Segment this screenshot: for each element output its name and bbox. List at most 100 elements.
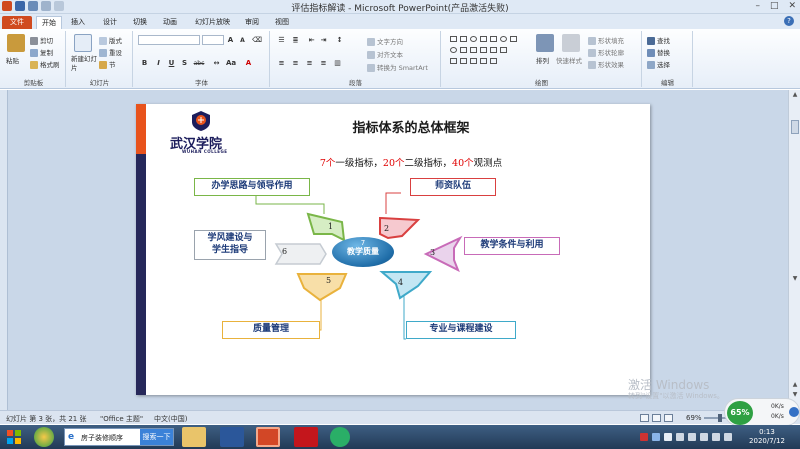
rectangle-shape-icon[interactable]	[450, 36, 457, 42]
select-button[interactable]: 选择	[647, 59, 670, 69]
connector-shape-icon[interactable]	[470, 47, 477, 53]
font-color-icon[interactable]: A	[244, 59, 253, 68]
justify-icon[interactable]: ≡	[319, 59, 328, 68]
line-shape-icon[interactable]	[480, 36, 487, 42]
replace-button[interactable]: 替换	[647, 47, 670, 57]
convert-smartart-button[interactable]: 转换为 SmartArt	[367, 62, 428, 72]
layout-button[interactable]: 版式	[99, 35, 122, 45]
theme-name[interactable]: "Office 主题"	[100, 414, 143, 424]
italic-button[interactable]: I	[154, 59, 163, 68]
language-indicator[interactable]: 中文(中国)	[154, 414, 187, 424]
input-method-icon[interactable]	[712, 433, 720, 441]
scrollbar-thumb[interactable]	[791, 120, 799, 134]
star-shape-icon[interactable]	[450, 58, 457, 64]
powerpoint-taskbar-icon[interactable]	[256, 427, 280, 447]
tray-antivirus-icon[interactable]	[640, 433, 648, 441]
maximize-button[interactable]: □	[770, 1, 779, 11]
center-oval-teaching-quality[interactable]: 7 教学质量	[332, 237, 394, 267]
bullets-icon[interactable]: ☰	[277, 36, 286, 45]
next-slide-icon[interactable]: ▼	[790, 391, 800, 399]
font-family-combo[interactable]	[138, 35, 200, 45]
find-button[interactable]: 查找	[647, 35, 670, 45]
clock[interactable]: 0:13 2020/7/12	[742, 428, 792, 446]
arrange-button[interactable]: 排列	[536, 55, 549, 65]
rectangle-shape-icon[interactable]	[510, 36, 517, 42]
numbering-icon[interactable]: ≣	[291, 36, 300, 45]
reading-view-icon[interactable]	[664, 414, 673, 422]
shapes-gallery[interactable]	[448, 34, 532, 68]
help-icon[interactable]: ?	[784, 16, 794, 26]
keyboard-icon[interactable]	[724, 433, 732, 441]
char-spacing-icon[interactable]: ↔	[212, 59, 221, 68]
arrow-shape-icon[interactable]	[490, 47, 497, 53]
box-faculty[interactable]: 师资队伍	[410, 178, 496, 196]
tab-review[interactable]: 审阅	[240, 16, 264, 29]
tab-design[interactable]: 设计	[98, 16, 122, 29]
shrink-font-button[interactable]: A	[238, 36, 247, 45]
callout-shape-icon[interactable]	[460, 58, 467, 64]
arrow-shape-icon[interactable]	[480, 47, 487, 53]
pdf-reader-icon[interactable]	[294, 427, 318, 447]
clear-format-icon[interactable]: ⌫	[252, 36, 262, 45]
arrange-icon[interactable]	[536, 34, 554, 52]
align-text-button[interactable]: 对齐文本	[367, 49, 403, 59]
font-size-combo[interactable]	[202, 35, 224, 45]
word-icon[interactable]	[220, 427, 244, 447]
bold-button[interactable]: B	[140, 59, 149, 68]
columns-icon[interactable]: ▥	[333, 59, 342, 68]
reset-button[interactable]: 重设	[99, 47, 122, 57]
line-shape-icon[interactable]	[490, 36, 497, 42]
tab-view[interactable]: 视图	[270, 16, 294, 29]
brace-shape-icon[interactable]	[480, 58, 487, 64]
align-right-icon[interactable]: ≡	[305, 59, 314, 68]
scroll-down-icon[interactable]: ▼	[790, 275, 800, 283]
increase-indent-icon[interactable]: ⇥	[319, 36, 328, 45]
text-direction-button[interactable]: 文字方向	[367, 36, 403, 46]
star-shape-icon[interactable]	[500, 47, 507, 53]
network-icon[interactable]	[688, 433, 696, 441]
search-button[interactable]: 搜索一下	[140, 429, 173, 445]
search-query[interactable]: 房子装修顺序	[81, 433, 123, 443]
thumbnail-pane-collapsed[interactable]	[0, 90, 8, 410]
file-explorer-icon[interactable]	[182, 427, 206, 447]
shape-outline-button[interactable]: 形状轮廓	[588, 47, 624, 57]
underline-button[interactable]: U	[167, 59, 176, 68]
taskbar-search-box[interactable]: e 房子装修顺序 搜索一下	[64, 428, 174, 446]
volume-icon[interactable]	[700, 433, 708, 441]
shape-effects-button[interactable]: 形状效果	[588, 59, 624, 69]
shape-fill-button[interactable]: 形状填充	[588, 35, 624, 45]
box-teaching-conditions[interactable]: 教学条件与利用	[464, 237, 560, 255]
new-slide-icon[interactable]	[74, 34, 92, 52]
paste-button[interactable]: 粘贴	[6, 55, 19, 65]
zoom-slider-knob[interactable]	[718, 414, 722, 422]
rectangle-shape-icon[interactable]	[460, 36, 467, 42]
network-speed-widget[interactable]: 65% 0K/s 0K/s	[724, 398, 800, 426]
shadow-button[interactable]: S	[180, 59, 189, 68]
slide-sorter-icon[interactable]	[652, 414, 661, 422]
triangle-shape-icon[interactable]	[460, 47, 467, 53]
tray-display-icon[interactable]	[676, 433, 684, 441]
tray-flag-icon[interactable]	[664, 433, 672, 441]
windows-start-icon[interactable]	[6, 429, 22, 445]
section-button[interactable]: 节	[99, 59, 116, 69]
tab-transitions[interactable]: 切换	[128, 16, 152, 29]
tab-animations[interactable]: 动画	[158, 16, 182, 29]
cut-button[interactable]: 剪切	[30, 35, 53, 45]
oval-shape-icon[interactable]	[470, 36, 477, 42]
align-center-icon[interactable]: ≡	[291, 59, 300, 68]
tab-slideshow[interactable]: 幻灯片放映	[190, 16, 235, 29]
decrease-indent-icon[interactable]: ⇤	[307, 36, 316, 45]
strikethrough-button[interactable]: abc	[192, 59, 206, 68]
line-spacing-icon[interactable]: ↕	[335, 36, 344, 45]
accelerate-icon[interactable]	[789, 407, 799, 417]
oval-shape-icon[interactable]	[450, 47, 457, 53]
scroll-up-icon[interactable]: ▲	[790, 91, 800, 99]
wechat-icon[interactable]	[330, 427, 350, 447]
prev-slide-icon[interactable]: ▲	[790, 381, 800, 389]
tray-app-icon[interactable]	[652, 433, 660, 441]
format-painter-button[interactable]: 格式刷	[30, 59, 60, 69]
box-leadership[interactable]: 办学思路与领导作用	[194, 178, 310, 196]
browser-360-icon[interactable]	[34, 427, 54, 447]
box-quality-management[interactable]: 质量管理	[222, 321, 320, 339]
paste-icon[interactable]	[7, 34, 25, 52]
